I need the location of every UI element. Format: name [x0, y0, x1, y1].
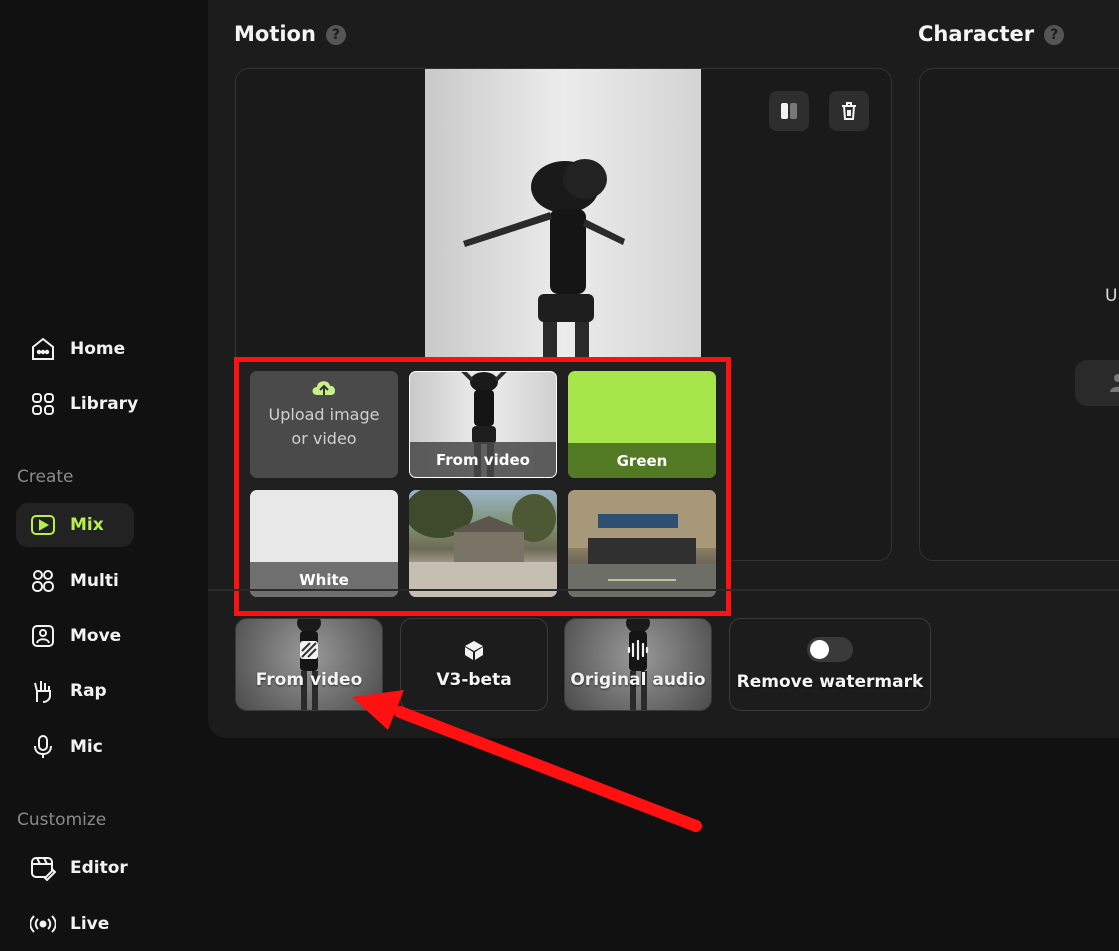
tile-from-video[interactable]: From video: [409, 371, 557, 478]
pattern-icon: [300, 640, 318, 659]
library-icon: [32, 393, 54, 415]
help-icon[interactable]: ?: [325, 25, 346, 45]
watermark-option-button[interactable]: Remove watermark: [729, 618, 931, 711]
watermark-option-label: Remove watermark: [736, 672, 924, 692]
mic-icon: [34, 735, 52, 758]
motion-title: Motion?: [234, 22, 346, 46]
motion-video-preview[interactable]: [425, 69, 701, 359]
sidebar-item-mic[interactable]: Mic: [16, 725, 134, 769]
tile-green[interactable]: Green: [568, 371, 716, 478]
upload-tile[interactable]: Upload image or video: [250, 371, 398, 478]
sidebar-item-editor[interactable]: Editor: [16, 846, 134, 890]
tile-label: From video: [410, 442, 556, 477]
home-icon: [32, 337, 54, 360]
sidebar-item-label: Library: [70, 394, 139, 414]
trash-icon: [842, 102, 856, 120]
sidebar-item-move[interactable]: Move: [16, 614, 134, 658]
tile-label: White: [250, 562, 398, 597]
watermark-toggle[interactable]: [807, 637, 853, 662]
tile-medical-center[interactable]: [568, 490, 716, 597]
sidebar-item-label: Move: [70, 626, 122, 646]
sidebar-item-label: Mix: [70, 515, 104, 535]
live-icon: [30, 915, 56, 933]
tile-white[interactable]: White: [250, 490, 398, 597]
mix-icon: [31, 515, 55, 535]
street-scene-image: [409, 490, 557, 597]
sidebar-item-label: Live: [70, 914, 110, 934]
sidebar-item-mix[interactable]: Mix: [16, 503, 134, 547]
audio-option-label: Original audio: [570, 669, 706, 690]
section-label-customize: Customize: [17, 810, 107, 830]
sidebar-item-multi[interactable]: Multi: [16, 559, 134, 603]
sidebar-item-label: Rap: [70, 681, 107, 701]
tile-street-scene[interactable]: [409, 490, 557, 597]
split-view-icon: [781, 103, 797, 119]
dancer-thumbnail-image: [626, 619, 650, 710]
sidebar-item-rap[interactable]: Rap: [16, 669, 134, 713]
split-view-button[interactable]: [769, 91, 809, 131]
background-option-label: From video: [255, 669, 363, 690]
cloud-upload-icon: [312, 381, 336, 395]
character-card[interactable]: [919, 68, 1119, 561]
tile-label: Green: [568, 443, 716, 478]
help-icon[interactable]: ?: [1044, 25, 1065, 45]
character-upload-text: U: [1105, 286, 1118, 306]
section-divider: [208, 589, 1119, 591]
rap-icon: [34, 681, 51, 703]
sidebar-item-label: Mic: [70, 737, 103, 757]
sidebar: Home Library Create Mix Multi Move Rap M…: [0, 0, 208, 951]
model-option-button[interactable]: V3-beta: [400, 618, 548, 711]
model-option-label: V3-beta: [436, 669, 512, 690]
user-icon: [1110, 374, 1119, 392]
sidebar-item-live[interactable]: Live: [16, 902, 134, 946]
sidebar-item-library[interactable]: Library: [16, 382, 138, 426]
delete-button[interactable]: [829, 91, 869, 131]
editor-icon: [31, 857, 56, 881]
sidebar-item-home[interactable]: Home: [16, 327, 134, 371]
sidebar-item-label: Editor: [70, 858, 128, 878]
background-picker-popup: Upload image or video From video Green W…: [234, 357, 731, 616]
audio-option-button[interactable]: Original audio: [564, 618, 712, 711]
cube-icon: [465, 640, 483, 660]
section-label-create: Create: [17, 467, 74, 487]
upload-label: Upload image or video: [268, 405, 380, 448]
medical-center-image: [568, 490, 716, 597]
sidebar-item-label: Home: [70, 339, 126, 359]
background-option-button[interactable]: From video: [235, 618, 383, 711]
character-title: Character?: [918, 22, 1065, 46]
sidebar-item-label: Multi: [70, 571, 119, 591]
dancer-figure-image: [463, 159, 625, 359]
audio-wave-icon: [627, 639, 649, 660]
move-icon: [32, 625, 54, 647]
multi-icon: [32, 570, 54, 592]
character-avatar-button[interactable]: [1075, 360, 1119, 406]
dancer-thumbnail-image: [297, 619, 321, 710]
